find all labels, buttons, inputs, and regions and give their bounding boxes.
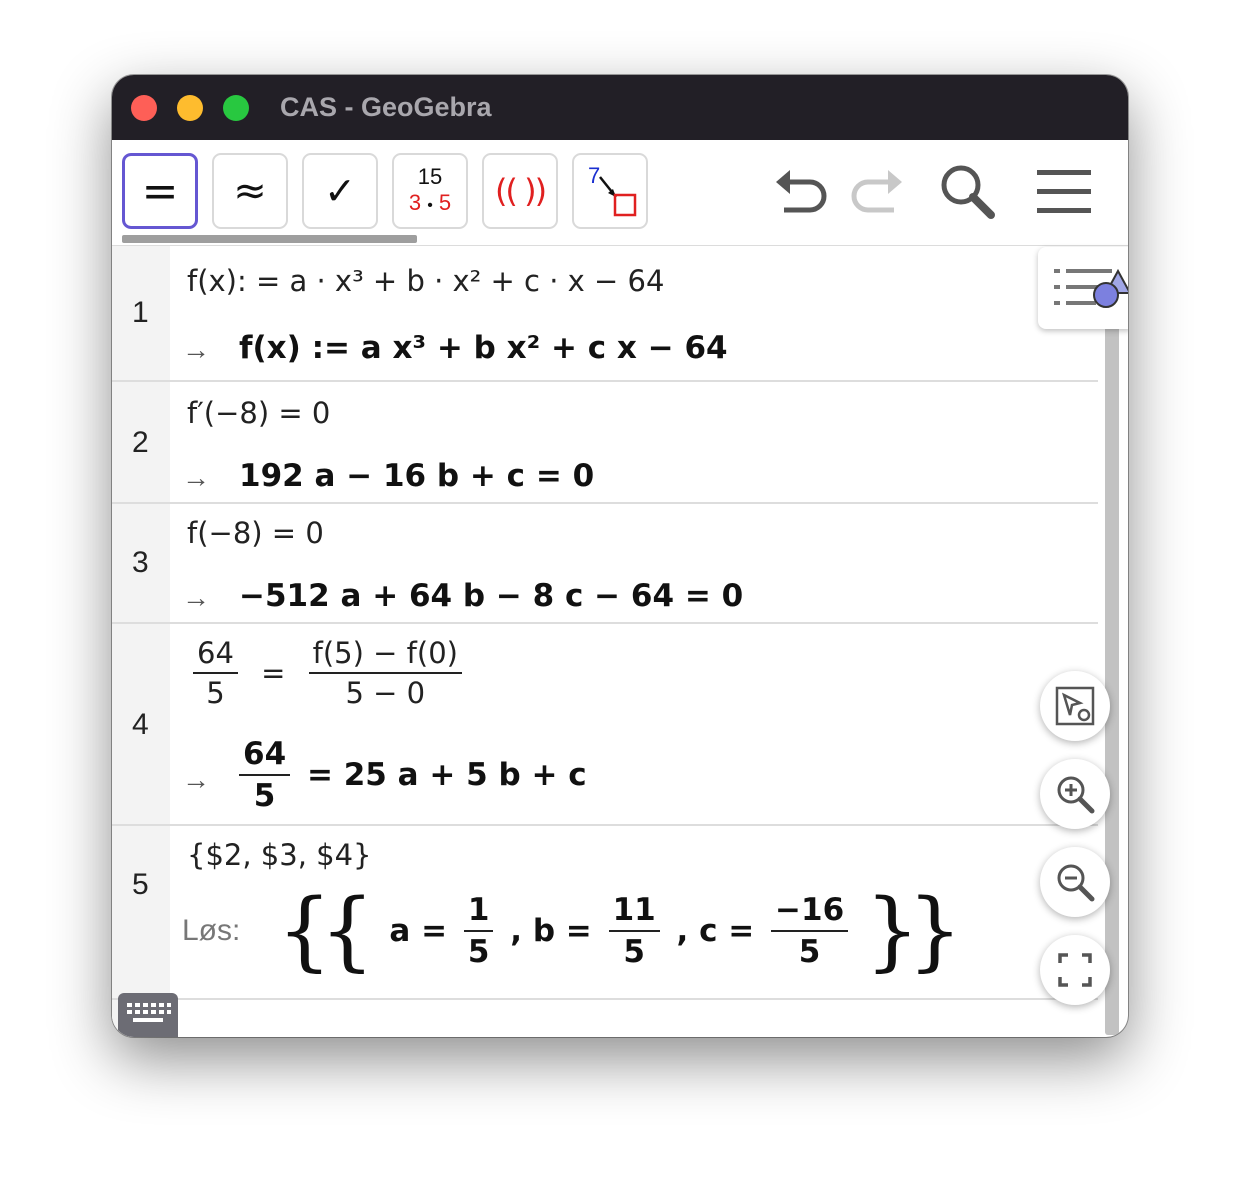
row-number: 1 xyxy=(132,296,149,329)
c-label: , c = xyxy=(676,913,755,949)
a-fraction: 1 5 xyxy=(463,892,494,970)
numeric-label: ≈ xyxy=(233,168,267,214)
menu-icon xyxy=(1037,170,1091,213)
close-window-button[interactable] xyxy=(131,95,157,121)
expand-button[interactable]: (( )) xyxy=(482,153,558,229)
open-braces: {{ xyxy=(277,881,374,981)
cell-output: Løs: {{ a = 1 5 , b = 11 5 , c = −16 5 }… xyxy=(182,888,962,974)
cas-row-5[interactable]: 5 {$2, $3, $4} Løs: {{ a = 1 5 , b = 11 … xyxy=(112,826,1098,1000)
substitute-icon: 7 xyxy=(588,163,637,217)
cell-output: 192 a − 16 b + c = 0 xyxy=(239,458,595,494)
fraction-numerator: 1 xyxy=(463,892,494,932)
output-arrow: → xyxy=(182,334,210,365)
evaluate-button[interactable]: = xyxy=(122,153,198,229)
factor-button[interactable]: 15 3 • 5 xyxy=(392,153,468,229)
undo-icon xyxy=(776,170,827,213)
keep-input-label: ✓ xyxy=(324,169,356,213)
fullscreen-icon xyxy=(1058,953,1092,987)
minimize-window-button[interactable] xyxy=(177,95,203,121)
fraction-denominator: 5 xyxy=(206,676,225,710)
factor-top-label: 15 xyxy=(417,163,443,189)
factor-left-label: 3 xyxy=(408,189,422,215)
expand-label: (( )) xyxy=(494,172,547,210)
fraction-numerator: 11 xyxy=(608,892,660,932)
numeric-button[interactable]: ≈ xyxy=(212,153,288,229)
geogebra-window: CAS - GeoGebra = ≈ ✓ 15 3 • 5 (( )) 7 1 … xyxy=(112,75,1128,1037)
solve-label: Løs: xyxy=(182,914,241,947)
window-title: CAS - GeoGebra xyxy=(280,92,492,122)
fraction-numerator: 64 xyxy=(193,636,238,674)
cas-row-4[interactable]: 4 64 5 = f(5) − f(0) 5 − 0 → 64 5 = 25 a… xyxy=(112,624,1098,826)
fraction-numerator: 64 xyxy=(239,736,291,776)
fraction-numerator: f(5) − f(0) xyxy=(308,636,462,674)
redo-icon xyxy=(851,170,902,213)
input-lhs-fraction: 64 5 xyxy=(193,636,238,710)
cell-output: f(x) := a x³ + b x² + c x − 64 xyxy=(239,330,728,366)
output-lhs-fraction: 64 5 xyxy=(239,736,291,814)
vertical-scrollbar[interactable] xyxy=(1105,300,1119,1035)
zoom-in-icon xyxy=(1057,776,1095,814)
cas-row-2[interactable]: 2 f′(−8) = 0 → 192 a − 16 b + c = 0 xyxy=(112,382,1098,504)
toolbar-scroll-indicator[interactable] xyxy=(122,235,417,243)
fraction-denominator: 5 xyxy=(467,934,490,970)
cell-input[interactable]: 64 5 = f(5) − f(0) 5 − 0 xyxy=(187,636,468,710)
output-arrow: → xyxy=(182,462,210,493)
cell-output: 64 5 = 25 a + 5 b + c xyxy=(239,736,587,814)
c-fraction: −16 5 xyxy=(771,892,849,970)
cas-toolbar: = ≈ ✓ 15 3 • 5 (( )) 7 xyxy=(112,140,1128,246)
redo-button[interactable] xyxy=(844,160,908,224)
graphics-view-icon xyxy=(1055,686,1095,726)
output-rhs: = 25 a + 5 b + c xyxy=(306,757,587,793)
fullscreen-button[interactable] xyxy=(1040,935,1110,1005)
cell-output: −512 a + 64 b − 8 c − 64 = 0 xyxy=(239,578,744,614)
row-number: 3 xyxy=(132,546,149,579)
keyboard-button[interactable] xyxy=(118,993,178,1037)
cas-row-1[interactable]: 1 f(x): = a · x³ + b · x² + c · x − 64 →… xyxy=(112,246,1098,382)
input-rhs-fraction: f(5) − f(0) 5 − 0 xyxy=(308,636,462,710)
row-number: 4 xyxy=(132,708,149,741)
output-arrow: → xyxy=(182,764,210,795)
a-label: a = xyxy=(389,913,448,949)
keyboard-icon xyxy=(127,1003,171,1022)
output-arrow: → xyxy=(182,582,210,613)
style-bar-toggle[interactable] xyxy=(1038,247,1128,329)
zoom-out-button[interactable] xyxy=(1040,847,1110,917)
cell-input[interactable]: {$2, $3, $4} xyxy=(187,838,371,872)
cell-input[interactable]: f(x): = a · x³ + b · x² + c · x − 64 xyxy=(187,264,664,298)
style-bar-icon xyxy=(1054,268,1128,308)
b-label: , b = xyxy=(510,913,592,949)
zoom-window-button[interactable] xyxy=(223,95,249,121)
b-fraction: 11 5 xyxy=(608,892,660,970)
fraction-denominator: 5 xyxy=(798,934,821,970)
close-braces: }} xyxy=(864,881,962,981)
factor-dot-label: • xyxy=(427,196,433,214)
factor-right-label: 5 xyxy=(438,189,452,215)
fraction-denominator: 5 xyxy=(623,934,645,970)
title-bar: CAS - GeoGebra xyxy=(112,75,1128,140)
fraction-denominator: 5 − 0 xyxy=(345,676,426,710)
zoom-in-button[interactable] xyxy=(1040,759,1110,829)
substitute-button[interactable]: 7 xyxy=(572,153,648,229)
search-button[interactable] xyxy=(936,160,1000,224)
cell-input[interactable]: f(−8) = 0 xyxy=(187,516,324,550)
row-number: 5 xyxy=(132,868,149,901)
zoom-out-icon xyxy=(1057,864,1095,902)
substitute-number: 7 xyxy=(588,163,600,188)
menu-button[interactable] xyxy=(1032,160,1096,224)
evaluate-label: = xyxy=(141,165,179,217)
fraction-denominator: 5 xyxy=(253,778,276,814)
graphics-view-button[interactable] xyxy=(1040,671,1110,741)
input-equals: = xyxy=(261,656,286,690)
cell-input[interactable]: f′(−8) = 0 xyxy=(187,396,330,430)
cas-row-3[interactable]: 3 f(−8) = 0 → −512 a + 64 b − 8 c − 64 =… xyxy=(112,504,1098,624)
keep-input-button[interactable]: ✓ xyxy=(302,153,378,229)
row-number: 2 xyxy=(132,426,149,459)
undo-button[interactable] xyxy=(770,160,834,224)
cas-view: 1 f(x): = a · x³ + b · x² + c · x − 64 →… xyxy=(112,246,1098,1037)
search-icon xyxy=(941,165,995,219)
fraction-numerator: −16 xyxy=(771,892,849,932)
